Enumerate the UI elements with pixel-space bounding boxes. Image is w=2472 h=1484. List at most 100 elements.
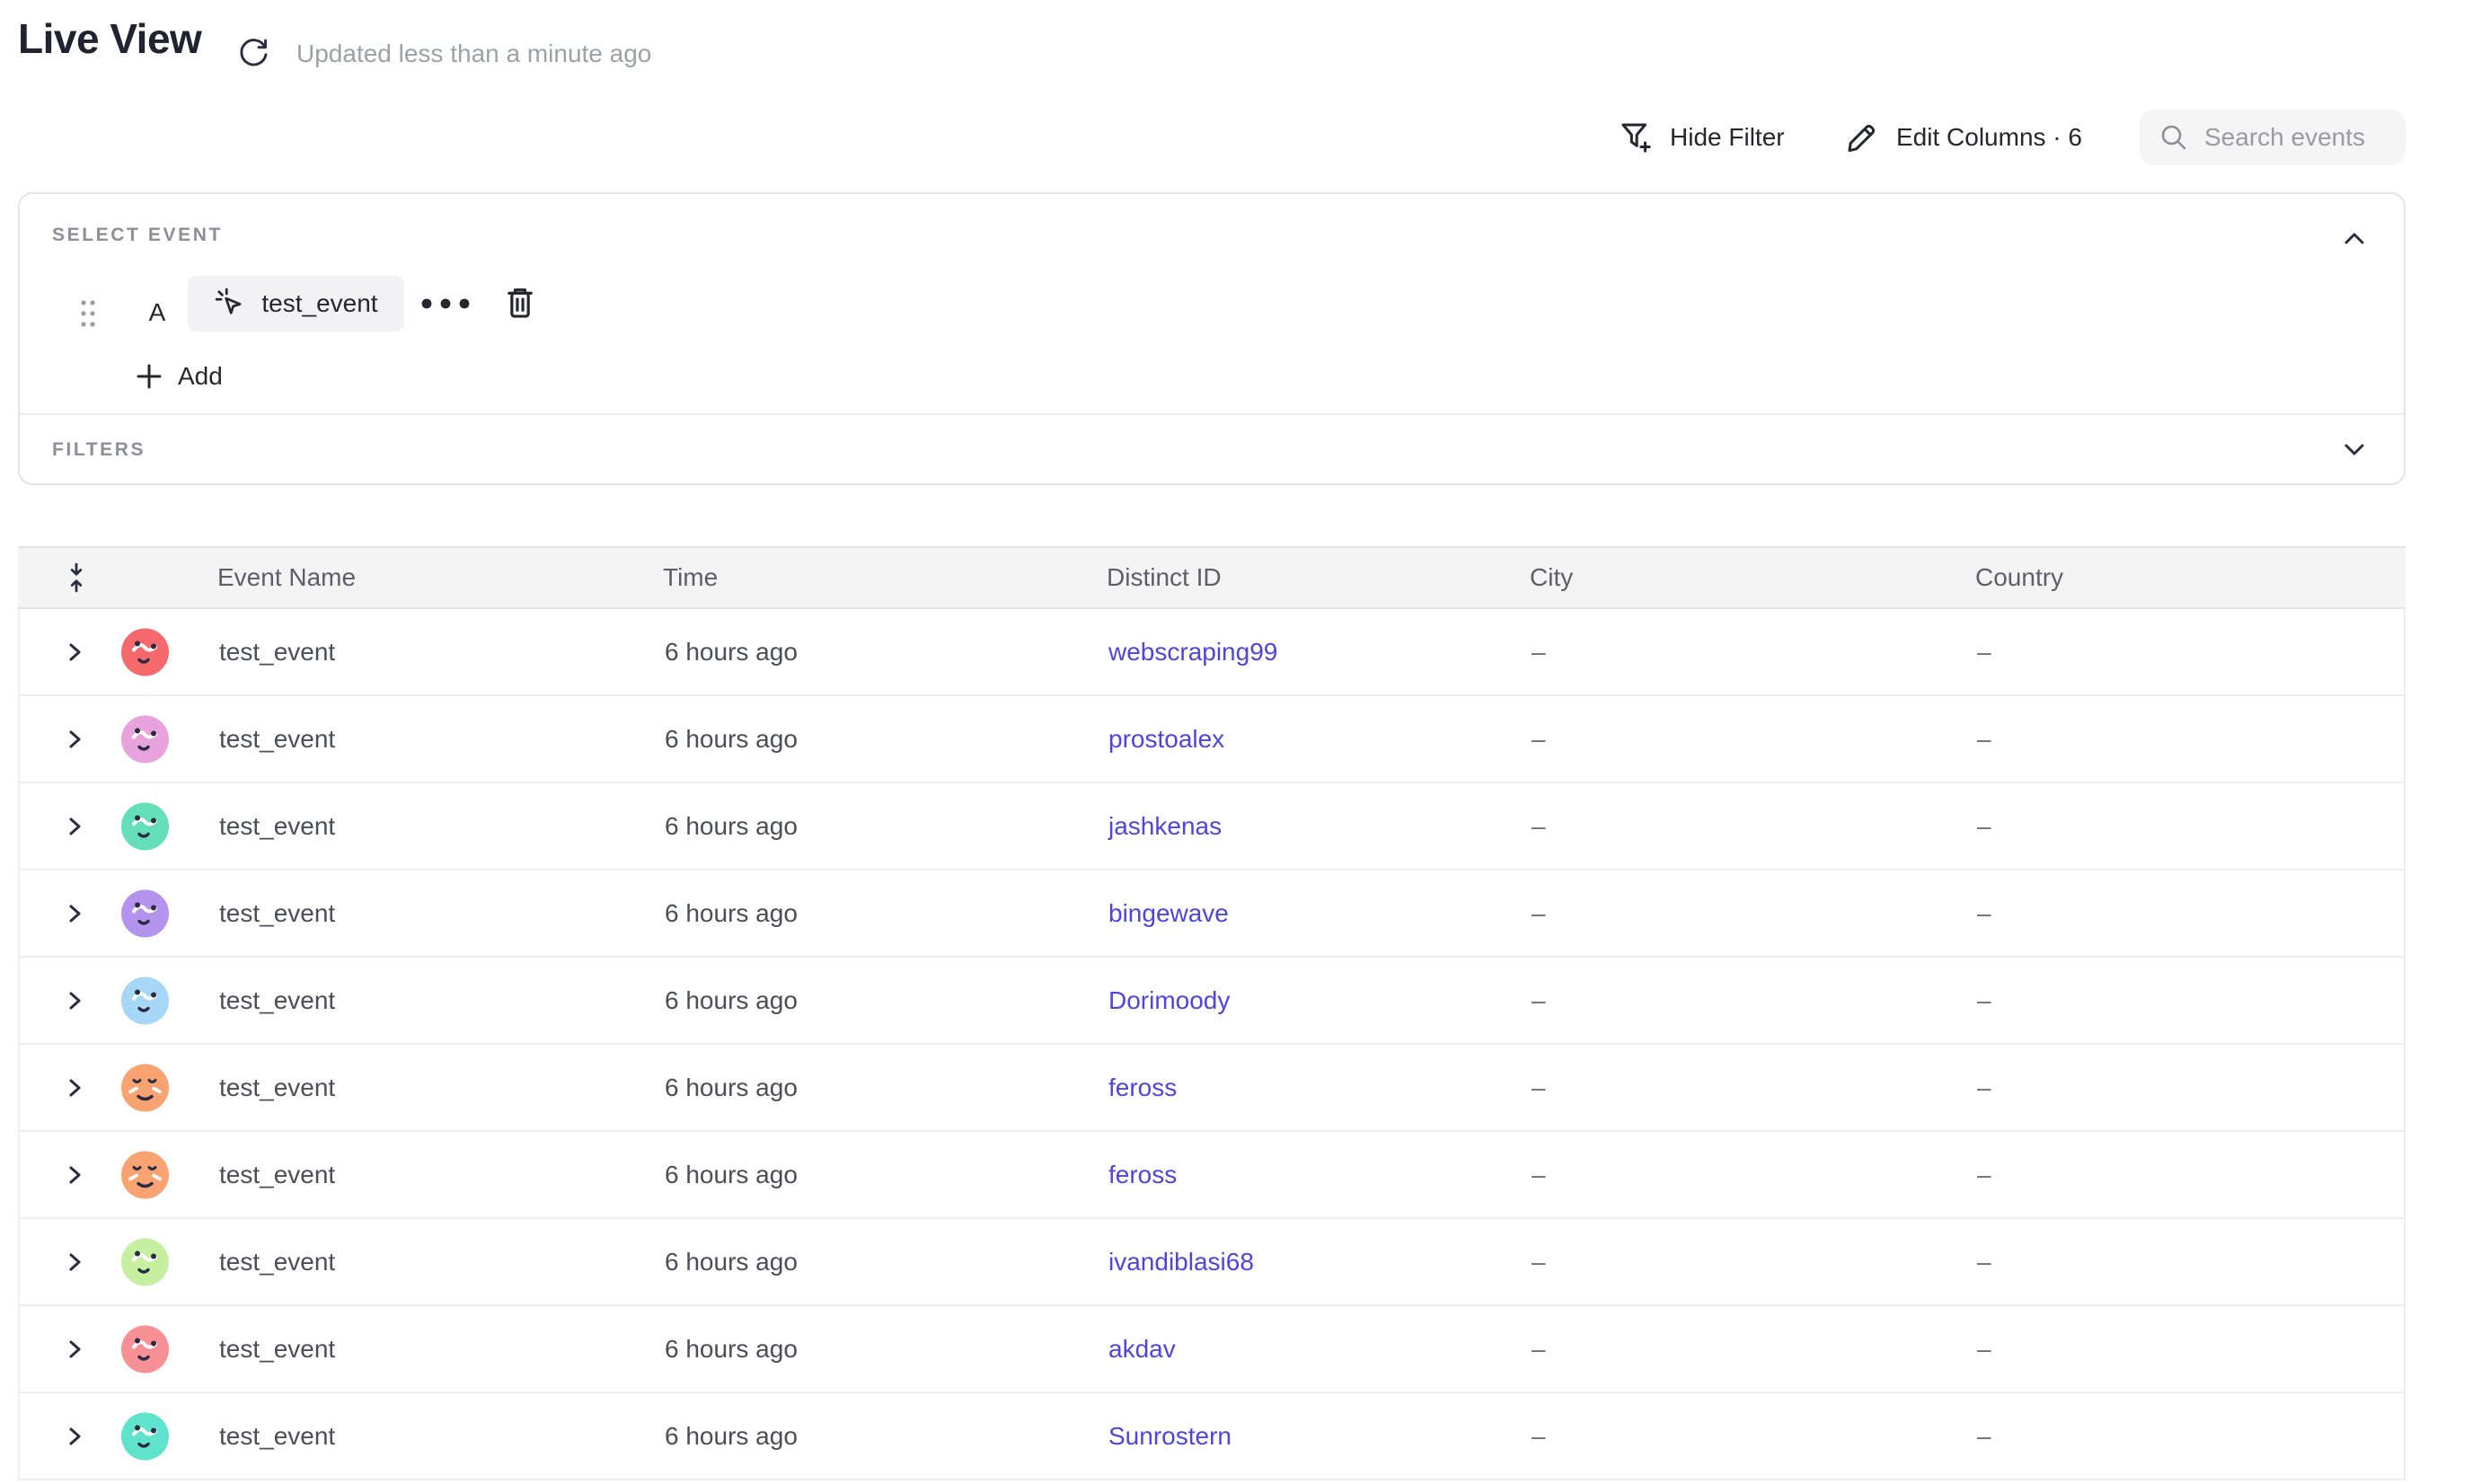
- avatar: [121, 1325, 169, 1373]
- cell-event-name: test_event: [219, 638, 335, 667]
- select-event-section-label: SELECT EVENT: [52, 225, 223, 246]
- cell-distinct-id-link[interactable]: bingewave: [1108, 899, 1229, 928]
- row-expand-button[interactable]: [62, 1159, 94, 1191]
- cell-country: –: [1977, 1161, 1991, 1189]
- row-expand-button[interactable]: [62, 1333, 94, 1365]
- row-expand-button[interactable]: [62, 636, 94, 668]
- table-row: test_event 6 hours ago ivandiblasi68 – –: [20, 1219, 2404, 1306]
- cell-time: 6 hours ago: [665, 899, 798, 928]
- collapse-rows-button[interactable]: [63, 560, 95, 596]
- selected-event-chip[interactable]: test_event: [188, 276, 404, 331]
- cell-event-name: test_event: [219, 1248, 335, 1276]
- chevron-right-icon: [62, 1075, 94, 1100]
- drag-handle-icon: [78, 296, 98, 331]
- cell-distinct-id-link[interactable]: Dorimoody: [1108, 986, 1230, 1015]
- cell-city: –: [1532, 1161, 1546, 1189]
- cell-country: –: [1977, 725, 1991, 754]
- row-expand-button[interactable]: [62, 1246, 94, 1278]
- avatar: [121, 715, 169, 763]
- avatar: [121, 628, 169, 676]
- table-row: test_event 6 hours ago jashkenas – –: [20, 783, 2404, 870]
- search-input[interactable]: [2204, 123, 2393, 152]
- cell-distinct-id-link[interactable]: Sunrostern: [1108, 1422, 1232, 1451]
- add-event-button[interactable]: Add: [134, 354, 223, 399]
- search-box[interactable]: [2140, 110, 2406, 165]
- table-row: test_event 6 hours ago akdav – –: [20, 1306, 2404, 1393]
- filters-expand-button[interactable]: [2339, 433, 2379, 465]
- cell-time: 6 hours ago: [665, 1422, 798, 1451]
- event-letter-label: A: [134, 287, 181, 339]
- chevron-right-icon: [62, 1250, 94, 1275]
- cell-country: –: [1977, 812, 1991, 841]
- cell-city: –: [1532, 725, 1546, 754]
- table-row: test_event 6 hours ago bingewave – –: [20, 870, 2404, 958]
- edit-columns-button[interactable]: Edit Columns · 6: [1843, 110, 2082, 165]
- row-expand-button[interactable]: [62, 1420, 94, 1453]
- column-header-distinct-id: Distinct ID: [1107, 563, 1222, 592]
- cell-distinct-id-link[interactable]: feross: [1108, 1161, 1177, 1189]
- column-header-city: City: [1530, 563, 1573, 592]
- cell-distinct-id-link[interactable]: akdav: [1108, 1335, 1176, 1364]
- event-more-options-button[interactable]: [418, 280, 482, 327]
- cell-time: 6 hours ago: [665, 812, 798, 841]
- cell-time: 6 hours ago: [665, 638, 798, 667]
- cursor-click-icon: [214, 287, 248, 321]
- cell-event-name: test_event: [219, 1335, 335, 1364]
- table-row: test_event 6 hours ago Sunrostern – –: [20, 1393, 2404, 1480]
- column-header-event-name: Event Name: [217, 563, 356, 592]
- cell-city: –: [1532, 812, 1546, 841]
- cell-distinct-id-link[interactable]: prostoalex: [1108, 725, 1224, 754]
- cell-distinct-id-link[interactable]: jashkenas: [1108, 812, 1222, 841]
- cell-time: 6 hours ago: [665, 986, 798, 1015]
- cell-event-name: test_event: [219, 1161, 335, 1189]
- table-body: test_event 6 hours ago webscraping99 – –: [18, 609, 2406, 1480]
- table-row: test_event 6 hours ago webscraping99 – –: [20, 609, 2404, 696]
- cell-event-name: test_event: [219, 1073, 335, 1102]
- column-header-time: Time: [663, 563, 718, 592]
- chevron-right-icon: [62, 1424, 94, 1449]
- avatar: [121, 802, 169, 850]
- cell-event-name: test_event: [219, 899, 335, 928]
- more-dots-icon: [418, 293, 482, 314]
- avatar: [121, 1238, 169, 1285]
- cell-city: –: [1532, 638, 1546, 667]
- cell-time: 6 hours ago: [665, 1335, 798, 1364]
- row-expand-button[interactable]: [62, 723, 94, 755]
- cell-event-name: test_event: [219, 986, 335, 1015]
- cell-city: –: [1532, 1073, 1546, 1102]
- cell-distinct-id-link[interactable]: feross: [1108, 1073, 1177, 1102]
- row-expand-button[interactable]: [62, 985, 94, 1017]
- cell-time: 6 hours ago: [665, 1161, 798, 1189]
- cell-time: 6 hours ago: [665, 1073, 798, 1102]
- select-event-collapse-button[interactable]: [2339, 223, 2379, 255]
- chevron-right-icon: [62, 988, 94, 1013]
- cell-distinct-id-link[interactable]: ivandiblasi68: [1108, 1248, 1254, 1276]
- cell-city: –: [1532, 1422, 1546, 1451]
- row-expand-button[interactable]: [62, 897, 94, 930]
- pencil-icon: [1843, 119, 1881, 156]
- drag-handle[interactable]: [70, 290, 106, 337]
- filters-section-header[interactable]: FILTERS: [20, 415, 2404, 485]
- table-header-row: Event Name Time Distinct ID City Country: [18, 546, 2406, 609]
- query-builder-panel: SELECT EVENT A test_event: [18, 192, 2406, 485]
- cell-country: –: [1977, 1248, 1991, 1276]
- chevron-down-icon: [2339, 434, 2379, 464]
- event-delete-button[interactable]: [500, 280, 547, 327]
- refresh-button[interactable]: [235, 34, 275, 74]
- cell-event-name: test_event: [219, 725, 335, 754]
- avatar: [121, 1064, 169, 1111]
- chevron-right-icon: [62, 814, 94, 839]
- row-expand-button[interactable]: [62, 1072, 94, 1104]
- cell-event-name: test_event: [219, 812, 335, 841]
- cell-country: –: [1977, 1073, 1991, 1102]
- row-expand-button[interactable]: [62, 810, 94, 843]
- cell-event-name: test_event: [219, 1422, 335, 1451]
- cell-time: 6 hours ago: [665, 1248, 798, 1276]
- cell-country: –: [1977, 1422, 1991, 1451]
- cell-city: –: [1532, 1335, 1546, 1364]
- chevron-right-icon: [62, 901, 94, 926]
- cell-distinct-id-link[interactable]: webscraping99: [1108, 638, 1277, 667]
- hide-filter-button[interactable]: Hide Filter: [1617, 110, 1785, 165]
- filter-plus-icon: [1617, 119, 1655, 156]
- page-title: Live View: [18, 14, 201, 63]
